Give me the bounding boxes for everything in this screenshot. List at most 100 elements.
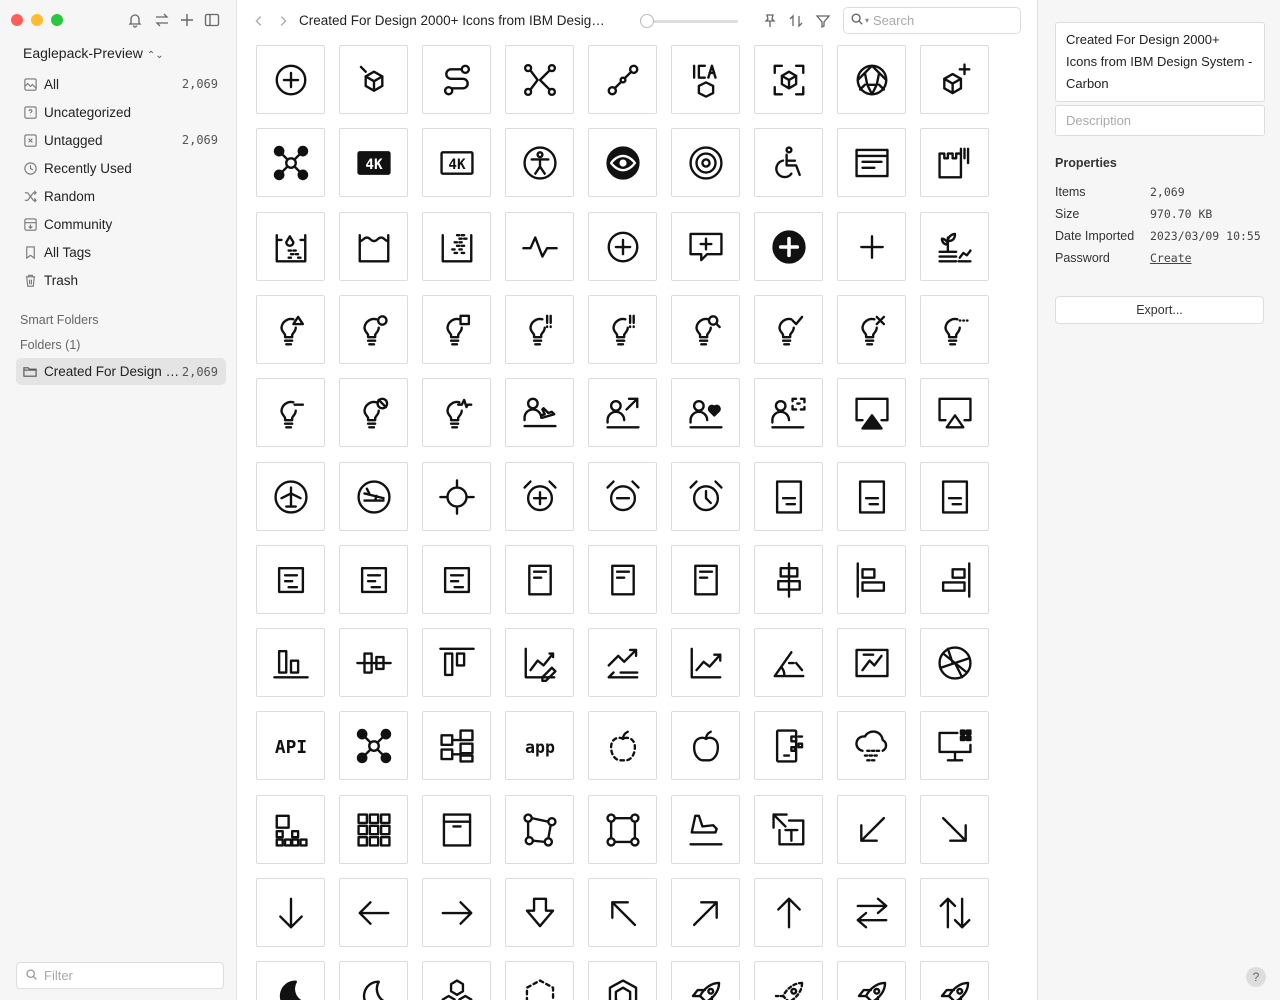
filter-input[interactable]: [44, 968, 214, 983]
icon-tile[interactable]: [339, 45, 408, 114]
icon-tile[interactable]: [920, 212, 989, 281]
icon-tile[interactable]: [339, 212, 408, 281]
icon-tile[interactable]: [754, 212, 823, 281]
icon-tile[interactable]: [422, 795, 491, 864]
icon-tile[interactable]: [754, 545, 823, 614]
icon-tile[interactable]: [339, 878, 408, 947]
icon-tile[interactable]: [837, 378, 906, 447]
icon-tile[interactable]: [837, 795, 906, 864]
icon-tile[interactable]: [671, 462, 740, 531]
forward-button[interactable]: [273, 11, 293, 31]
search-field[interactable]: ▾: [843, 7, 1021, 34]
icon-tile[interactable]: [588, 878, 657, 947]
icon-tile[interactable]: [671, 45, 740, 114]
icon-tile[interactable]: [837, 961, 906, 1000]
icon-tile[interactable]: [339, 378, 408, 447]
icon-tile[interactable]: [754, 295, 823, 364]
icon-tile[interactable]: [837, 628, 906, 697]
icon-tile[interactable]: [256, 212, 325, 281]
icon-tile[interactable]: [505, 795, 574, 864]
icon-tile[interactable]: [422, 462, 491, 531]
library-switcher[interactable]: Eaglepack-Preview ⌃⌄: [23, 45, 164, 61]
add-icon[interactable]: [178, 11, 196, 29]
icon-tile[interactable]: app: [505, 711, 574, 780]
icon-tile[interactable]: [588, 378, 657, 447]
zoom-slider-handle[interactable]: [639, 14, 654, 28]
bell-icon[interactable]: [126, 11, 144, 29]
sort-icon[interactable]: [786, 11, 806, 31]
icon-tile[interactable]: [422, 212, 491, 281]
icon-tile[interactable]: [754, 711, 823, 780]
icon-tile[interactable]: [837, 545, 906, 614]
icon-tile[interactable]: [588, 212, 657, 281]
icon-tile[interactable]: [339, 795, 408, 864]
icon-tile[interactable]: [920, 45, 989, 114]
icon-tile[interactable]: [671, 878, 740, 947]
folder-name-field[interactable]: Created For Design 2000+ Icons from IBM …: [1055, 22, 1265, 102]
icon-tile[interactable]: [339, 295, 408, 364]
filter-field[interactable]: [16, 962, 224, 989]
icon-tile[interactable]: [256, 545, 325, 614]
smart-folders-heading[interactable]: Smart Folders: [20, 313, 99, 327]
icon-tile[interactable]: [588, 45, 657, 114]
sync-icon[interactable]: [153, 11, 171, 29]
icon-tile[interactable]: [671, 128, 740, 197]
icon-tile[interactable]: [920, 795, 989, 864]
icon-tile[interactable]: [588, 462, 657, 531]
icon-tile[interactable]: [422, 628, 491, 697]
export-button[interactable]: Export...: [1055, 296, 1264, 324]
icon-tile[interactable]: [422, 545, 491, 614]
icon-tile[interactable]: [837, 45, 906, 114]
icon-tile[interactable]: [754, 378, 823, 447]
pin-icon[interactable]: [760, 11, 780, 31]
zoom-slider-track[interactable]: [642, 20, 738, 23]
icon-tile[interactable]: [422, 295, 491, 364]
icon-tile[interactable]: [339, 545, 408, 614]
icon-tile[interactable]: [754, 128, 823, 197]
icon-tile[interactable]: [920, 462, 989, 531]
icon-tile[interactable]: [920, 545, 989, 614]
icon-tile[interactable]: [588, 545, 657, 614]
sidebar-item-uncategorized[interactable]: Uncategorized: [16, 99, 226, 125]
icon-tile[interactable]: [505, 545, 574, 614]
search-input[interactable]: [873, 13, 1004, 28]
chevron-down-icon[interactable]: ▾: [865, 16, 869, 25]
icon-tile[interactable]: [505, 295, 574, 364]
sidebar-item-random[interactable]: Random: [16, 183, 226, 209]
icon-tile[interactable]: [422, 878, 491, 947]
icon-tile[interactable]: [920, 878, 989, 947]
icon-tile[interactable]: [754, 628, 823, 697]
icon-tile[interactable]: API: [256, 711, 325, 780]
icon-tile[interactable]: [837, 878, 906, 947]
icon-tile[interactable]: [671, 545, 740, 614]
zoom-window-button[interactable]: [51, 14, 63, 26]
icon-tile[interactable]: [671, 628, 740, 697]
icon-tile[interactable]: 4K: [422, 128, 491, 197]
icon-tile[interactable]: [588, 961, 657, 1000]
back-button[interactable]: [249, 11, 269, 31]
icon-tile[interactable]: [256, 462, 325, 531]
icon-tile[interactable]: [754, 878, 823, 947]
icon-tile[interactable]: [256, 128, 325, 197]
icon-tile[interactable]: [588, 711, 657, 780]
icon-tile[interactable]: [339, 711, 408, 780]
icon-tile[interactable]: [505, 212, 574, 281]
icon-tile[interactable]: [505, 628, 574, 697]
icon-tile[interactable]: [505, 45, 574, 114]
icon-tile[interactable]: [754, 462, 823, 531]
icon-tile[interactable]: [588, 795, 657, 864]
icon-tile[interactable]: [671, 295, 740, 364]
icon-tile[interactable]: [256, 628, 325, 697]
icon-tile[interactable]: [754, 795, 823, 864]
icon-tile[interactable]: [339, 961, 408, 1000]
icon-tile[interactable]: [671, 212, 740, 281]
icon-tile[interactable]: [339, 628, 408, 697]
icon-tile[interactable]: [837, 711, 906, 780]
folder-item[interactable]: Created For Design 2000+ Icons from IBM …: [16, 358, 226, 385]
filter-icon[interactable]: [813, 11, 833, 31]
sidebar-item-untagged[interactable]: Untagged 2,069: [16, 127, 226, 153]
sidebar-toggle-icon[interactable]: [203, 11, 221, 29]
sidebar-item-recently-used[interactable]: Recently Used: [16, 155, 226, 181]
icon-tile[interactable]: [588, 128, 657, 197]
folders-heading[interactable]: Folders (1): [20, 338, 80, 352]
